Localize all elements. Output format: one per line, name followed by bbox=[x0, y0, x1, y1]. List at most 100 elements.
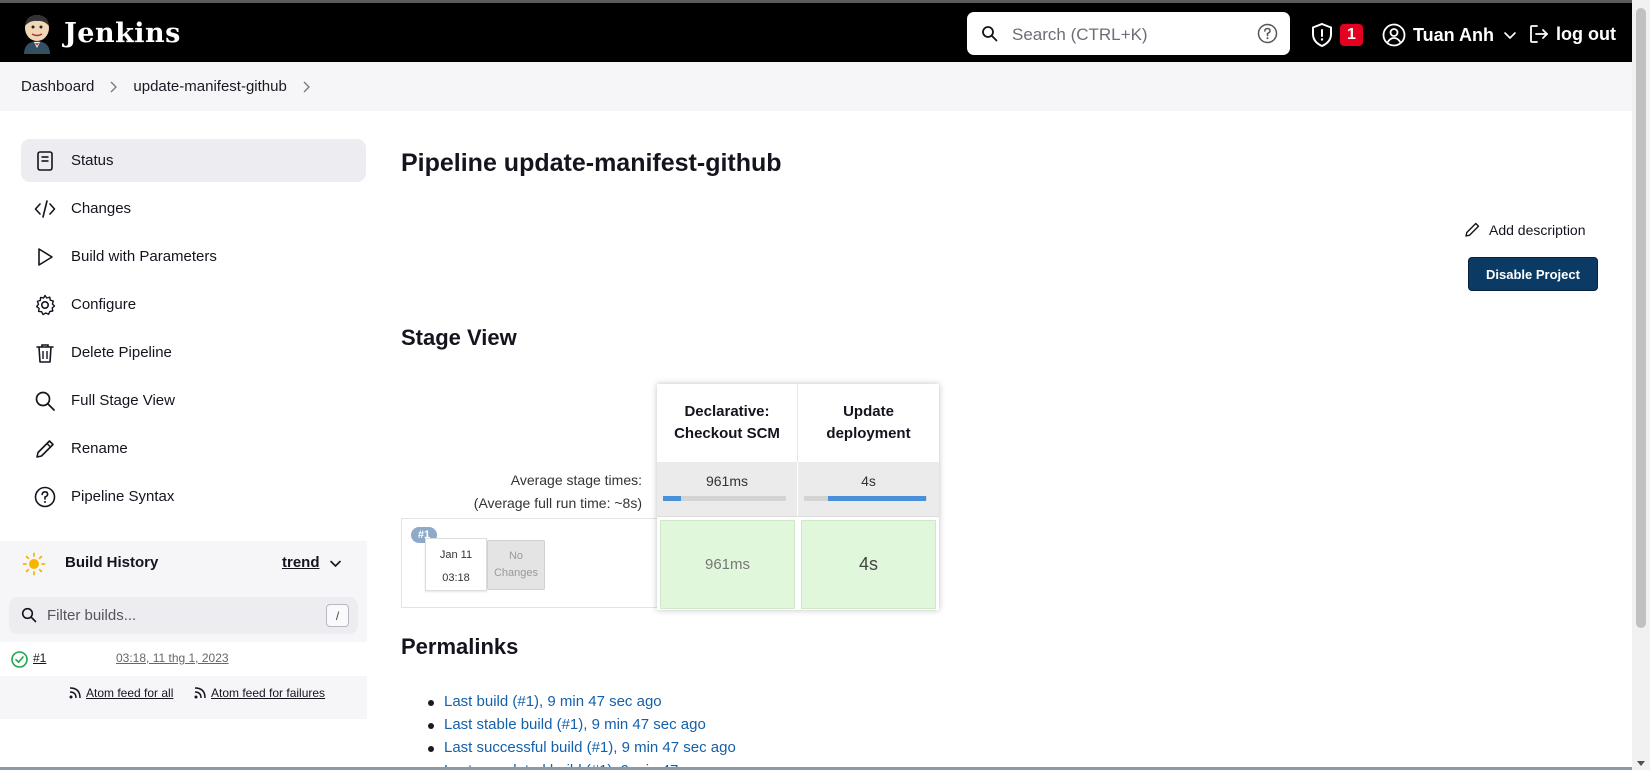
user-menu[interactable]: Tuan Anh bbox=[1382, 23, 1517, 47]
filter-builds-input[interactable]: Filter builds... bbox=[47, 607, 136, 624]
sidebar-item-pipeline-syntax[interactable]: Pipeline Syntax bbox=[21, 475, 366, 518]
build-history-title: Build History bbox=[65, 554, 159, 571]
chevron-down-icon[interactable] bbox=[329, 557, 342, 570]
trash-icon bbox=[36, 343, 54, 363]
run-date-box[interactable]: Jan 11 03:18 bbox=[425, 538, 487, 591]
atom-feed-all-label: Atom feed for all bbox=[86, 686, 174, 700]
atom-feed-all-link[interactable]: Atom feed for all bbox=[68, 686, 173, 700]
sidebar-item-status[interactable]: Status bbox=[21, 139, 366, 182]
filter-builds-box[interactable]: Filter builds... / bbox=[9, 597, 358, 634]
keyboard-shortcut-hint: / bbox=[326, 604, 349, 627]
stage-avg-time: 4s bbox=[861, 473, 876, 489]
help-icon[interactable] bbox=[1257, 23, 1278, 44]
gear-icon bbox=[35, 294, 56, 315]
code-icon bbox=[34, 199, 56, 218]
search-box[interactable]: Search (CTRL+K) bbox=[967, 12, 1290, 55]
stage-header-checkout: Declarative: Checkout SCM bbox=[657, 384, 798, 462]
logout-label: log out bbox=[1556, 23, 1616, 44]
atom-feed-failures-link[interactable]: Atom feed for failures bbox=[193, 686, 325, 700]
no-changes-line1: No bbox=[508, 550, 524, 562]
scrollbar-thumb[interactable] bbox=[1636, 8, 1646, 628]
stage-name-line2: Checkout SCM bbox=[674, 425, 780, 442]
search-input[interactable]: Search (CTRL+K) bbox=[1012, 25, 1148, 45]
sidebar-item-build-with-parameters[interactable]: Build with Parameters bbox=[21, 235, 366, 278]
stage-avg-time: 961ms bbox=[705, 473, 749, 489]
breadcrumb-project[interactable]: update-manifest-github bbox=[133, 78, 286, 95]
disable-project-button[interactable]: Disable Project bbox=[1468, 257, 1598, 291]
avg-full-run-label: (Average full run time: ~8s) bbox=[473, 495, 642, 511]
jenkins-butler-icon bbox=[24, 15, 50, 54]
build-history-header: Build History trend bbox=[0, 541, 367, 586]
search-icon bbox=[982, 26, 998, 42]
stage-view-title: Stage View bbox=[401, 325, 517, 350]
page-scrollbar[interactable] bbox=[1632, 0, 1650, 770]
stage-avg-bar-fill bbox=[663, 496, 681, 501]
chevron-right-icon bbox=[110, 81, 118, 92]
scroll-down-arrow-icon[interactable] bbox=[1637, 761, 1645, 766]
chevron-down-icon bbox=[1504, 32, 1516, 40]
logout-button[interactable]: log out bbox=[1528, 23, 1616, 45]
build-date-link[interactable]: 03:18, 11 thg 1, 2023 bbox=[116, 651, 229, 665]
stage-result-time: 961ms bbox=[704, 556, 751, 573]
build-row[interactable]: #1 03:18, 11 thg 1, 2023 bbox=[0, 642, 367, 676]
user-icon bbox=[1382, 23, 1406, 47]
jenkins-logo[interactable]: Jenkins bbox=[20, 12, 181, 54]
sidebar-item-label: Delete Pipeline bbox=[71, 344, 172, 361]
chevron-right-icon[interactable] bbox=[302, 81, 311, 93]
permalinks-list: Last build (#1), 9 min 47 sec ago Last s… bbox=[423, 693, 736, 770]
add-description-label: Add description bbox=[1489, 221, 1586, 238]
document-icon bbox=[37, 150, 53, 171]
stage-avg-bar bbox=[804, 496, 927, 501]
stage-avg-bar-fill bbox=[828, 496, 926, 501]
search-icon bbox=[21, 607, 37, 623]
pencil-icon bbox=[1465, 222, 1480, 237]
stage-result-cell-success[interactable]: 4s bbox=[801, 520, 936, 609]
sun-weather-icon bbox=[22, 552, 46, 576]
rss-icon bbox=[194, 687, 206, 699]
trend-link[interactable]: trend bbox=[282, 554, 320, 571]
sidebar-item-configure[interactable]: Configure bbox=[21, 283, 366, 326]
user-name: Tuan Anh bbox=[1413, 24, 1494, 45]
pencil-icon bbox=[36, 439, 54, 458]
add-description-link[interactable]: Add description bbox=[1464, 221, 1586, 238]
sidebar-item-label: Configure bbox=[71, 296, 137, 313]
sidebar-item-changes[interactable]: Changes bbox=[21, 187, 366, 230]
permalink-last-build[interactable]: Last build (#1), 9 min 47 sec ago bbox=[423, 693, 736, 716]
security-badge[interactable]: 1 bbox=[1340, 24, 1363, 46]
stage-view-table: Declarative: Checkout SCM Update deploym… bbox=[657, 384, 939, 610]
no-changes-box: No Changes bbox=[487, 540, 545, 590]
avg-stage-times-label: Average stage times: bbox=[510, 472, 642, 488]
permalink-last-stable-build[interactable]: Last stable build (#1), 9 min 47 sec ago bbox=[423, 716, 736, 739]
sidebar-item-label: Status bbox=[71, 152, 114, 169]
success-check-icon bbox=[11, 651, 28, 668]
breadcrumb-dashboard[interactable]: Dashboard bbox=[21, 78, 94, 95]
stage-result-time: 4s bbox=[858, 554, 878, 574]
sidebar-item-label: Rename bbox=[71, 440, 128, 457]
help-icon bbox=[34, 486, 56, 507]
app-name: Jenkins bbox=[64, 17, 181, 49]
stage-name-line1: Update bbox=[843, 403, 894, 420]
sidebar-item-full-stage-view[interactable]: Full Stage View bbox=[21, 379, 366, 422]
rss-icon bbox=[69, 687, 81, 699]
play-icon bbox=[38, 247, 53, 266]
build-number-link[interactable]: #1 bbox=[33, 651, 46, 665]
stage-avg-bar bbox=[663, 496, 786, 501]
stage-header-update-deployment: Update deployment bbox=[798, 384, 939, 462]
security-shield-icon[interactable] bbox=[1310, 22, 1334, 48]
logout-icon bbox=[1530, 25, 1548, 43]
run-time: 03:18 bbox=[442, 572, 470, 584]
stage-result-cell-success[interactable]: 961ms bbox=[660, 520, 795, 609]
atom-feed-failures-label: Atom feed for failures bbox=[211, 686, 326, 700]
top-header: Jenkins Search (CTRL+K) 1 Tuan Anh log o… bbox=[0, 0, 1632, 62]
page-title: Pipeline update-manifest-github bbox=[401, 149, 782, 177]
stage-name-line1: Declarative: bbox=[684, 403, 770, 420]
run-date: Jan 11 bbox=[439, 549, 473, 561]
sidebar-item-rename[interactable]: Rename bbox=[21, 427, 366, 470]
sidebar-item-delete-pipeline[interactable]: Delete Pipeline bbox=[21, 331, 366, 374]
permalink-last-successful-build[interactable]: Last successful build (#1), 9 min 47 sec… bbox=[423, 739, 736, 762]
sidebar-item-label: Changes bbox=[71, 200, 132, 217]
stage-avg-cell: 4s bbox=[798, 462, 939, 517]
stage-name-line2: deployment bbox=[826, 425, 911, 442]
stage-avg-cell: 961ms bbox=[657, 462, 798, 517]
no-changes-line2: Changes bbox=[493, 567, 539, 579]
